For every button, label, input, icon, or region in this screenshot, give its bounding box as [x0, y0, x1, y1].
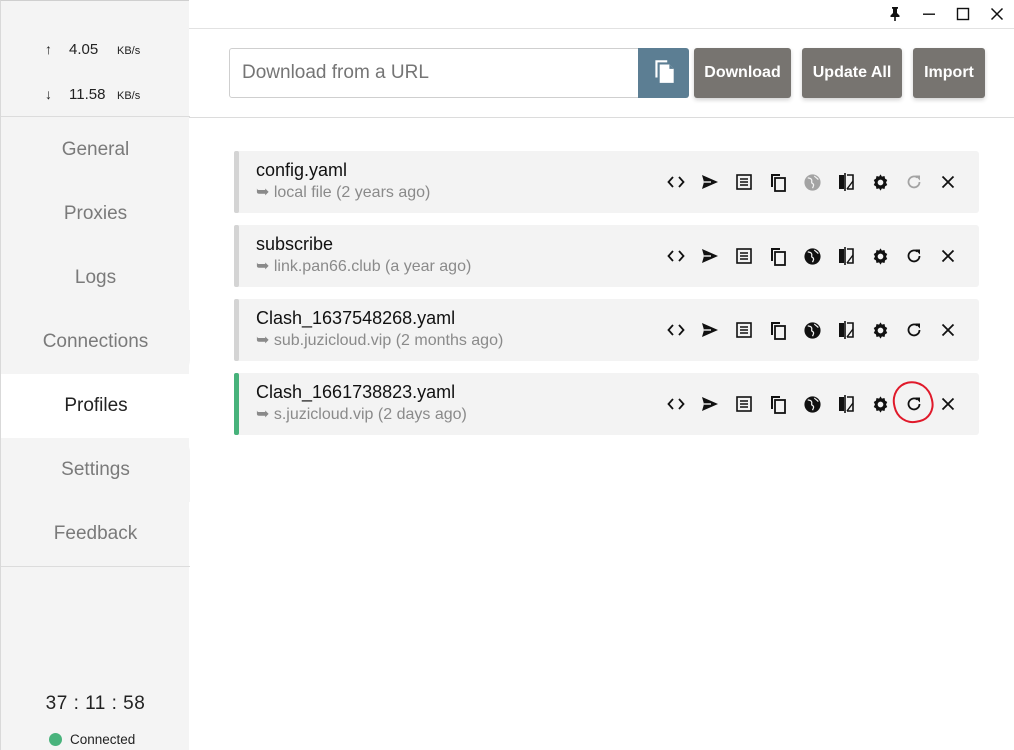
status-dot-icon	[49, 733, 62, 746]
update-all-button[interactable]: Update All	[802, 48, 902, 98]
profile-indicator	[234, 151, 239, 213]
profile-actions	[659, 313, 965, 347]
download-value: 11.58	[69, 86, 106, 103]
copy-icon[interactable]	[761, 239, 795, 273]
url-input[interactable]	[242, 62, 638, 84]
close-icon[interactable]	[931, 387, 965, 421]
profile-name: Clash_1637548268.yaml	[256, 308, 456, 328]
uptime-clock: 37 : 11 : 58	[45, 693, 146, 714]
profile-name: Clash_1661738823.yaml	[256, 382, 456, 402]
copy-icon[interactable]	[761, 165, 795, 199]
code-icon[interactable]	[659, 313, 693, 347]
gear-icon[interactable]	[863, 239, 897, 273]
profile-card[interactable]: subscribe ➥ link.pan66.club (a year ago)	[234, 225, 979, 287]
annotation-circle	[889, 377, 937, 427]
paste-icon	[651, 57, 677, 90]
minimize-icon[interactable]	[912, 0, 946, 28]
refresh-icon[interactable]	[889, 377, 937, 427]
profile-indicator	[234, 299, 239, 361]
gear-icon[interactable]	[863, 165, 897, 199]
traffic-panel: ↑ 4.05 KB/s ↓ 11.58 KB/s	[1, 1, 190, 117]
refresh-icon[interactable]	[897, 239, 931, 273]
send-icon[interactable]	[693, 387, 727, 421]
profile-info: Clash_1661738823.yaml ➥ s.juzicloud.vip …	[256, 381, 467, 426]
clash-window: ↑ 4.05 KB/s ↓ 11.58 KB/s General Proxies…	[0, 0, 1014, 750]
profile-source: ➥ link.pan66.club (a year ago)	[256, 258, 472, 275]
profile-info: subscribe ➥ link.pan66.club (a year ago)	[256, 233, 471, 278]
sidebar-divider	[1, 566, 190, 567]
sidebar-item-connections[interactable]: Connections	[1, 310, 190, 374]
upload-value: 4.05	[69, 41, 99, 58]
profile-source: ➥ sub.juzicloud.vip (2 months ago)	[256, 332, 504, 349]
upload-arrow-icon: ↑	[45, 41, 52, 57]
globe-icon[interactable]	[795, 387, 829, 421]
compare-icon[interactable]	[829, 165, 863, 199]
download-unit: KB/s	[117, 90, 141, 102]
close-icon[interactable]	[931, 313, 965, 347]
upload-speed: ↑ 4.05 KB/s	[45, 41, 140, 58]
profile-name: config.yaml	[256, 160, 348, 180]
profiles-header: Download Update All Import	[189, 28, 1014, 118]
download-arrow-icon: ↓	[45, 86, 52, 102]
globe-icon[interactable]	[795, 239, 829, 273]
profile-actions	[659, 165, 965, 199]
profile-card[interactable]: Clash_1637548268.yaml ➥ sub.juzicloud.vi…	[234, 299, 979, 361]
profile-name: subscribe	[256, 234, 334, 254]
code-icon[interactable]	[659, 165, 693, 199]
list-icon[interactable]	[727, 239, 761, 273]
close-icon[interactable]	[980, 0, 1014, 28]
profile-source: ➥ s.juzicloud.vip (2 days ago)	[256, 406, 467, 423]
window-controls	[878, 0, 1014, 28]
paste-button[interactable]	[638, 48, 689, 98]
refresh-icon[interactable]	[897, 165, 931, 199]
profile-actions	[659, 377, 965, 427]
list-icon[interactable]	[727, 165, 761, 199]
close-icon[interactable]	[931, 165, 965, 199]
code-icon[interactable]	[659, 239, 693, 273]
list-icon[interactable]	[727, 313, 761, 347]
profile-indicator	[234, 373, 239, 435]
compare-icon[interactable]	[829, 239, 863, 273]
sidebar-item-feedback[interactable]: Feedback	[1, 502, 190, 566]
profile-card-selected[interactable]: Clash_1661738823.yaml ➥ s.juzicloud.vip …	[234, 373, 979, 435]
sidebar-item-logs[interactable]: Logs	[1, 246, 190, 310]
maximize-icon[interactable]	[946, 0, 980, 28]
import-button[interactable]: Import	[913, 48, 985, 98]
send-icon[interactable]	[693, 313, 727, 347]
refresh-icon[interactable]	[897, 313, 931, 347]
profile-info: Clash_1637548268.yaml ➥ sub.juzicloud.vi…	[256, 307, 503, 352]
sidebar-item-proxies[interactable]: Proxies	[1, 182, 190, 246]
globe-icon[interactable]	[795, 313, 829, 347]
download-button[interactable]: Download	[694, 48, 791, 98]
profile-card[interactable]: config.yaml ➥ local file (2 years ago)	[234, 151, 979, 213]
profile-source: ➥ local file (2 years ago)	[256, 184, 431, 201]
compare-icon[interactable]	[829, 387, 863, 421]
globe-icon[interactable]	[795, 165, 829, 199]
url-field[interactable]	[229, 48, 639, 98]
gear-icon[interactable]	[863, 387, 897, 421]
sidebar-item-settings[interactable]: Settings	[1, 438, 190, 502]
profile-indicator	[234, 225, 239, 287]
profile-list: config.yaml ➥ local file (2 years ago) s…	[234, 151, 979, 447]
send-icon[interactable]	[693, 239, 727, 273]
upload-unit: KB/s	[117, 45, 141, 57]
sidebar-nav: General Proxies Logs Connections Profile…	[1, 118, 191, 566]
profile-actions	[659, 239, 965, 273]
copy-icon[interactable]	[761, 313, 795, 347]
send-icon[interactable]	[693, 165, 727, 199]
profile-info: config.yaml ➥ local file (2 years ago)	[256, 159, 430, 204]
sidebar-item-profiles[interactable]: Profiles	[1, 374, 191, 438]
status-label: Connected	[70, 732, 136, 747]
compare-icon[interactable]	[829, 313, 863, 347]
close-icon[interactable]	[931, 239, 965, 273]
code-icon[interactable]	[659, 387, 693, 421]
download-speed: ↓ 11.58 KB/s	[45, 86, 140, 103]
gear-icon[interactable]	[863, 313, 897, 347]
sidebar-item-general[interactable]: General	[1, 118, 190, 182]
pin-icon[interactable]	[878, 0, 912, 28]
list-icon[interactable]	[727, 387, 761, 421]
copy-icon[interactable]	[761, 387, 795, 421]
sidebar: ↑ 4.05 KB/s ↓ 11.58 KB/s General Proxies…	[0, 0, 191, 750]
connection-status: Connected	[49, 732, 135, 747]
